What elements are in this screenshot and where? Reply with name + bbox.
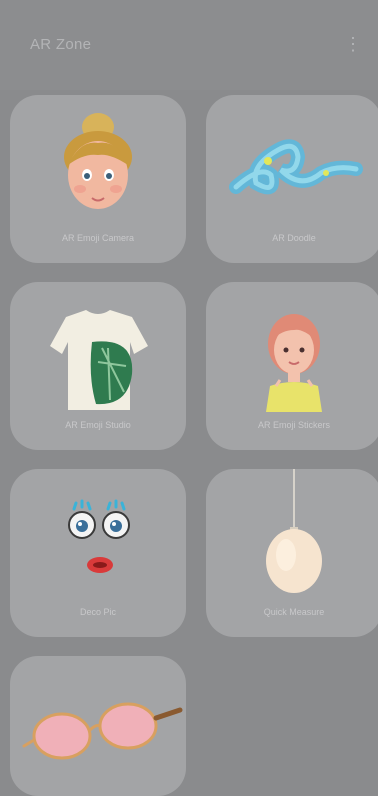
tile-ar-doodle[interactable]: AR Doodle xyxy=(206,95,378,263)
more-options-icon[interactable]: ⋮ xyxy=(344,34,362,54)
page-title: AR Zone xyxy=(30,36,92,53)
sunglasses-icon xyxy=(22,702,183,760)
app-header: AR Zone ⋮ xyxy=(0,0,378,90)
ar-emoji-stickers-icon xyxy=(266,314,322,412)
ar-emoji-camera-icon xyxy=(64,113,132,209)
tile-ar-emoji-studio[interactable]: AR Emoji Studio xyxy=(10,282,186,450)
tile-label: AR Emoji Camera xyxy=(61,233,135,243)
tile-sunglasses[interactable] xyxy=(10,656,186,796)
quick-measure-icon xyxy=(266,469,322,593)
tile-label: Quick Measure xyxy=(263,607,325,617)
tile-quick-measure[interactable]: Quick Measure xyxy=(206,469,378,637)
tile-ar-emoji-stickers[interactable]: AR Emoji Stickers xyxy=(206,282,378,450)
tile-label: Deco Pic xyxy=(79,607,116,617)
tile-label: AR Doodle xyxy=(272,233,316,243)
ar-doodle-icon xyxy=(229,139,363,195)
ar-emoji-studio-icon xyxy=(50,310,148,410)
tile-label: AR Emoji Stickers xyxy=(257,420,330,430)
tile-label: AR Emoji Studio xyxy=(65,420,131,430)
tile-deco-pic[interactable]: Deco Pic xyxy=(10,469,186,637)
tile-ar-emoji-camera[interactable]: AR Emoji Camera xyxy=(10,95,186,263)
deco-pic-icon xyxy=(68,499,130,573)
